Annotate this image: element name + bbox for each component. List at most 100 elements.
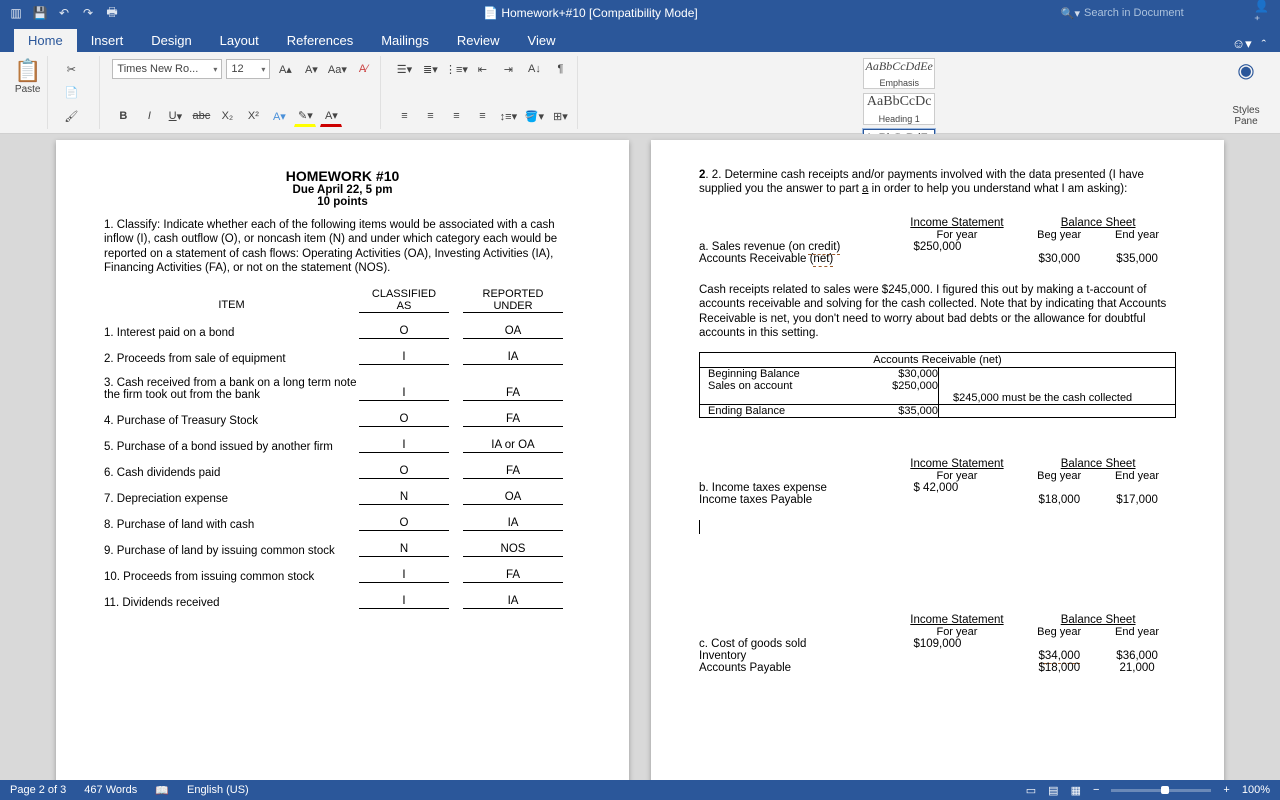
tab-mailings[interactable]: Mailings [367, 29, 443, 52]
justify-icon[interactable]: ≡ [471, 105, 493, 127]
zoom-in-icon[interactable]: + [1223, 784, 1229, 796]
subscript-button[interactable]: X₂ [216, 105, 238, 127]
clear-format-icon[interactable]: A⁄ [352, 58, 374, 80]
collapse-ribbon-icon[interactable]: ˆ [1262, 37, 1266, 52]
tab-design[interactable]: Design [137, 29, 205, 52]
zoom-level[interactable]: 100% [1242, 784, 1270, 796]
cut-icon[interactable]: ✂ [60, 58, 82, 80]
align-center-icon[interactable]: ≡ [419, 105, 441, 127]
word-count[interactable]: 467 Words [84, 784, 137, 796]
search-icon: 🔍▾ [1061, 7, 1080, 20]
part-b-block: Income StatementBalance Sheet For yearBe… [699, 458, 1176, 506]
search-input[interactable] [1084, 7, 1214, 19]
share-icon[interactable]: 👤⁺ [1254, 5, 1270, 21]
q1-row: 1. Interest paid on a bondOOA [104, 325, 581, 339]
numbering-icon[interactable]: ≣▾ [419, 58, 441, 80]
title-bar: ▥ 💾 ↶ ↷ 🖶 📄 Homework+#10 [Compatibility … [0, 0, 1280, 26]
q1-row: 11. Dividends receivedIIA [104, 595, 581, 609]
font-color-icon[interactable]: A▾ [320, 105, 342, 127]
zoom-out-icon[interactable]: − [1093, 784, 1099, 796]
points: 10 points [104, 196, 581, 208]
style-emphasis[interactable]: AaBbCcDdEeEmphasis [863, 58, 935, 89]
paste-icon[interactable]: 📋 [14, 58, 41, 84]
bullets-icon[interactable]: ☰▾ [393, 58, 415, 80]
superscript-button[interactable]: X² [242, 105, 264, 127]
sort-icon[interactable]: A↓ [523, 58, 545, 80]
cursor [699, 520, 700, 534]
shading-icon[interactable]: 🪣▾ [523, 105, 545, 127]
tab-home[interactable]: Home [14, 29, 77, 52]
q1-row: 4. Purchase of Treasury StockOFA [104, 413, 581, 427]
search-box[interactable]: 🔍▾ [1061, 7, 1214, 20]
q1-row: 9. Purchase of land by issuing common st… [104, 543, 581, 557]
tab-review[interactable]: Review [443, 29, 514, 52]
align-left-icon[interactable]: ≡ [393, 105, 415, 127]
q1-row: 8. Purchase of land with cashOIA [104, 517, 581, 531]
change-case-icon[interactable]: Aa▾ [326, 58, 348, 80]
multilevel-icon[interactable]: ⋮≡▾ [445, 58, 467, 80]
save-icon[interactable]: 💾 [32, 5, 48, 21]
q1-row: 2. Proceeds from sale of equipmentIIA [104, 351, 581, 365]
paste-label: Paste [15, 84, 41, 95]
styles-group: AaBbCcDdEeEmphasis AaBbCcDcHeading 1 AaB… [584, 56, 1214, 129]
styles-pane-label: Styles Pane [1226, 105, 1266, 127]
paragraph-group: ☰▾ ≣▾ ⋮≡▾ ⇤ ⇥ A↓ ¶ ≡ ≡ ≡ ≡ ↕≡▾ 🪣▾ ⊞▾ [387, 56, 578, 129]
grow-font-icon[interactable]: A▴ [274, 58, 296, 80]
web-layout-icon[interactable]: ▦ [1071, 784, 1081, 797]
ribbon-tabs: Home Insert Design Layout References Mai… [0, 26, 1280, 52]
language-status[interactable]: English (US) [187, 784, 249, 796]
italic-button[interactable]: I [138, 105, 160, 127]
print-layout-icon[interactable]: ▤ [1048, 784, 1058, 797]
doc-title-icon: 📄 [483, 6, 501, 20]
font-name-select[interactable]: Times New Ro...▾ [112, 59, 222, 79]
style-heading1[interactable]: AaBbCcDcHeading 1 [863, 93, 935, 125]
undo-icon[interactable]: ↶ [56, 5, 72, 21]
hw-title: HOMEWORK #10 [104, 168, 581, 184]
part-a-block: Income StatementBalance Sheet For yearBe… [699, 217, 1176, 265]
zoom-slider[interactable] [1111, 789, 1211, 792]
indent-icon[interactable]: ⇥ [497, 58, 519, 80]
tab-view[interactable]: View [514, 29, 570, 52]
q1-row: 3. Cash received from a bank on a long t… [104, 377, 581, 401]
panel-icon[interactable]: ▥ [8, 5, 24, 21]
q2-text: 2. 2. Determine cash receipts and/or pay… [699, 168, 1176, 197]
redo-icon[interactable]: ↷ [80, 5, 96, 21]
print-icon[interactable]: 🖶 [104, 5, 120, 21]
outdent-icon[interactable]: ⇤ [471, 58, 493, 80]
part-c-block: Income StatementBalance Sheet For yearBe… [699, 614, 1176, 674]
bold-button[interactable]: B [112, 105, 134, 127]
tab-layout[interactable]: Layout [206, 29, 273, 52]
tab-references[interactable]: References [273, 29, 367, 52]
line-spacing-icon[interactable]: ↕≡▾ [497, 105, 519, 127]
feedback-icon[interactable]: ☺▾ [1232, 36, 1252, 52]
ribbon: 📋 Paste ✂ 📄 🖌 Times New Ro...▾ 12▾ A▴ A▾… [0, 52, 1280, 134]
show-marks-icon[interactable]: ¶ [549, 58, 571, 80]
highlight-icon[interactable]: ✎▾ [294, 105, 316, 127]
borders-icon[interactable]: ⊞▾ [549, 105, 571, 127]
format-painter-icon[interactable]: 🖌 [60, 105, 82, 127]
font-group: Times New Ro...▾ 12▾ A▴ A▾ Aa▾ A⁄ B I U▾… [106, 56, 381, 129]
explain-text: Cash receipts related to sales were $245… [699, 283, 1176, 341]
document-title: Homework+#10 [Compatibility Mode] [501, 6, 697, 20]
strike-button[interactable]: abc [190, 105, 212, 127]
text-effects-icon[interactable]: A▾ [268, 105, 290, 127]
tab-insert[interactable]: Insert [77, 29, 138, 52]
q1-table-header: ITEM CLASSIFIEDAS REPORTEDUNDER [104, 288, 581, 313]
styles-pane-group[interactable]: ◉ Styles Pane [1220, 56, 1272, 129]
copy-icon[interactable]: 📄 [60, 82, 82, 104]
q1-row: 7. Depreciation expenseNOA [104, 491, 581, 505]
due-date: Due April 22, 5 pm [104, 184, 581, 196]
styles-pane-icon: ◉ [1226, 58, 1266, 83]
t-account-box: Accounts Receivable (net) Beginning Bala… [699, 352, 1176, 418]
font-size-select[interactable]: 12▾ [226, 59, 270, 79]
page-left: HOMEWORK #10 Due April 22, 5 pm 10 point… [56, 140, 629, 780]
page-status[interactable]: Page 2 of 3 [10, 784, 66, 796]
spellcheck-icon[interactable]: 📖 [155, 784, 169, 797]
focus-view-icon[interactable]: ▭ [1026, 784, 1036, 797]
underline-button[interactable]: U▾ [164, 105, 186, 127]
document-canvas[interactable]: HOMEWORK #10 Due April 22, 5 pm 10 point… [0, 134, 1280, 780]
q1-text: 1. Classify: Indicate whether each of th… [104, 218, 581, 276]
clipboard-tools: ✂ 📄 🖌 [54, 56, 100, 129]
shrink-font-icon[interactable]: A▾ [300, 58, 322, 80]
align-right-icon[interactable]: ≡ [445, 105, 467, 127]
